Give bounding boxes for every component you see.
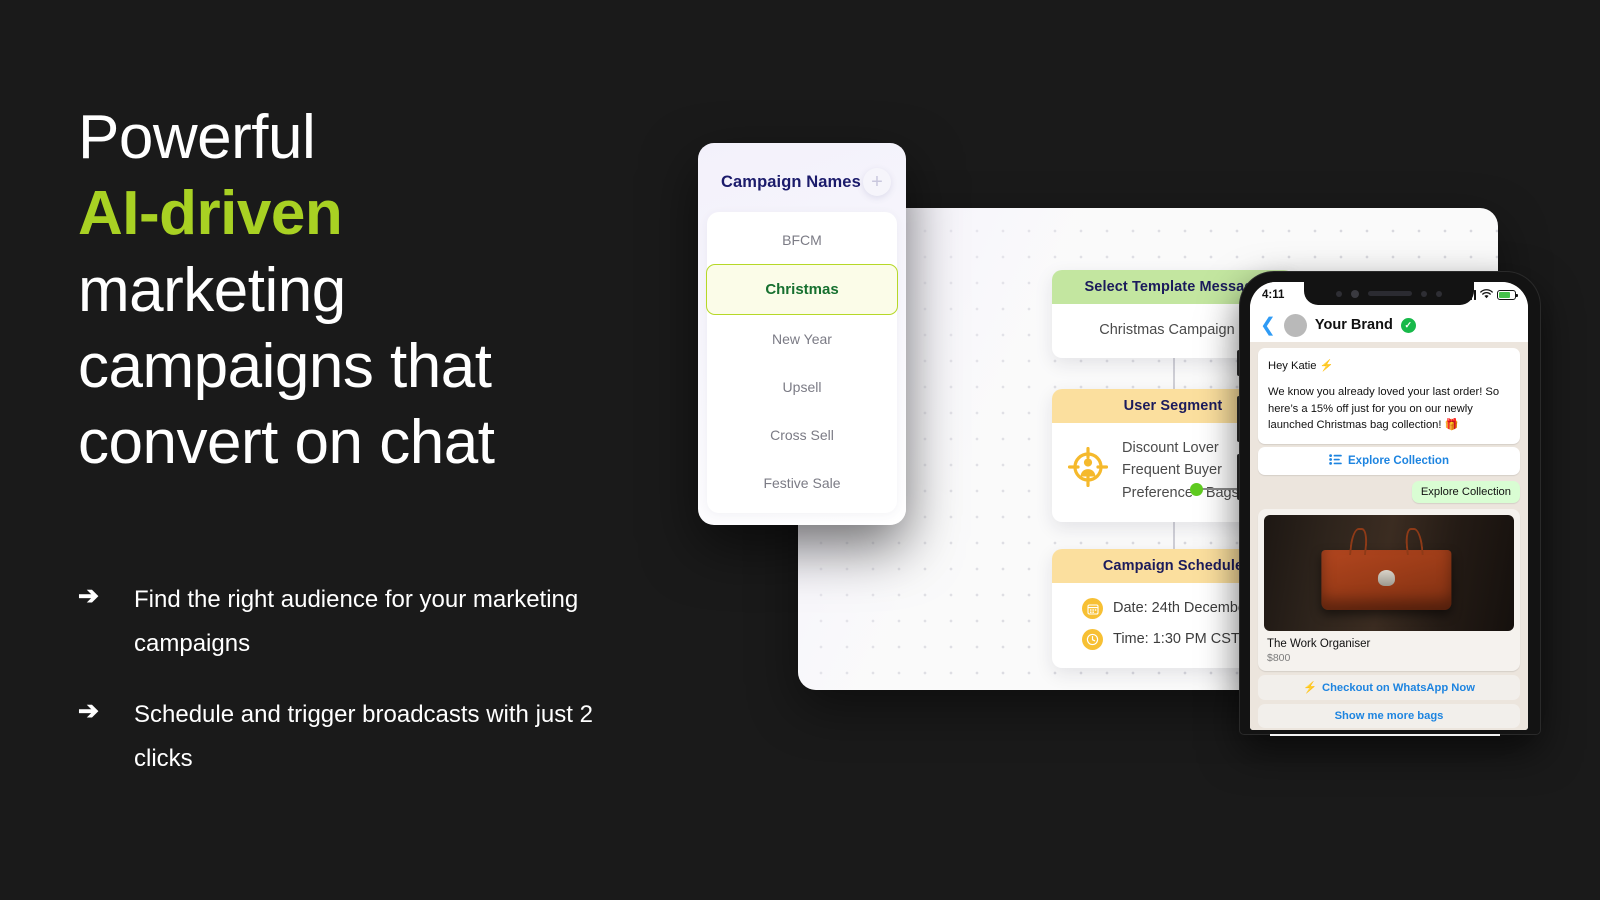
product-card[interactable]: The Work Organiser $800 (1258, 509, 1520, 672)
product-title: The Work Organiser (1267, 638, 1371, 651)
campaign-item-christmas[interactable]: Christmas (706, 264, 898, 315)
campaign-item-bfcm[interactable]: BFCM (707, 216, 897, 264)
bag-illustration (1321, 549, 1452, 611)
segment-criteria: Discount Lover Frequent Buyer Preference… (1122, 437, 1239, 504)
explore-collection-button[interactable]: Explore Collection (1258, 447, 1520, 476)
calendar-icon (1082, 598, 1103, 620)
wifi-icon (1480, 288, 1493, 302)
list-item: ➔ Schedule and trigger broadcasts with j… (78, 693, 678, 780)
bullet-text: Schedule and trigger broadcasts with jus… (134, 701, 593, 773)
phone-frame: 4:11 ❮ Your Brand ✓ Hey Katie ⚡ We know … (1240, 272, 1540, 734)
campaign-item-festive-sale[interactable]: Festive Sale (707, 459, 897, 507)
incoming-message-bubble: Hey Katie ⚡ We know you already loved yo… (1258, 348, 1520, 445)
checkout-label: Checkout on WhatsApp Now (1322, 681, 1475, 694)
campaign-item-upsell[interactable]: Upsell (707, 363, 897, 411)
headline-line-5: convert on chat (78, 408, 495, 477)
avatar[interactable] (1283, 313, 1307, 337)
segment-line: Frequent Buyer (1122, 462, 1222, 479)
earpiece-speaker (1368, 291, 1412, 296)
camera-dot-icon (1336, 290, 1342, 297)
product-visual-stage: Select Template Message Christmas Campai… (690, 0, 1600, 900)
chat-message-list: Hey Katie ⚡ We know you already loved yo… (1250, 342, 1528, 730)
product-image (1264, 515, 1514, 632)
phone-screen: 4:11 ❮ Your Brand ✓ Hey Katie ⚡ We know … (1250, 282, 1528, 730)
verified-badge-icon: ✓ (1400, 317, 1416, 333)
campaign-item-new-year[interactable]: New Year (707, 315, 897, 363)
page-title: Powerful AI-driven marketing campaigns t… (78, 100, 698, 481)
schedule-time-text: Time: 1:30 PM CST (1113, 630, 1240, 647)
phone-mockup: 4:11 ❮ Your Brand ✓ Hey Katie ⚡ We know … (1237, 272, 1540, 736)
headline-line-4: campaigns that (78, 331, 492, 401)
canvas-output-dot (1190, 483, 1203, 496)
phone-notch (1304, 282, 1474, 305)
show-more-bags-button[interactable]: Show me more bags (1258, 704, 1520, 729)
sensor-dot-icon (1421, 290, 1427, 297)
arrow-right-icon: ➔ (78, 582, 99, 610)
checkout-button[interactable]: ⚡ Checkout on WhatsApp Now (1258, 675, 1520, 701)
feature-bullet-list: ➔ Find the right audience for your marke… (78, 578, 678, 809)
list-icon (1329, 454, 1342, 468)
bag-clasp (1377, 570, 1395, 587)
back-chevron-icon[interactable]: ❮ (1260, 316, 1276, 335)
hero-copy: Powerful AI-driven marketing campaigns t… (78, 100, 698, 481)
chat-header: ❮ Your Brand ✓ (1250, 308, 1528, 342)
headline-line-3: marketing (78, 255, 346, 325)
sensor-dot-icon (1436, 290, 1442, 297)
outgoing-message-bubble: Explore Collection (1411, 481, 1520, 504)
segment-line: Preference - Bags (1122, 484, 1239, 501)
campaign-names-panel: Campaign Names + BFCM Christmas New Year… (698, 143, 906, 525)
schedule-date-text: Date: 24th December (1113, 600, 1251, 616)
bullet-text: Find the right audience for your marketi… (134, 586, 579, 657)
message-greeting: Hey Katie ⚡ (1268, 360, 1334, 372)
campaign-item-cross-sell[interactable]: Cross Sell (707, 411, 897, 459)
arrow-right-icon: ➔ (78, 697, 99, 726)
show-more-label: Show me more bags (1334, 710, 1444, 723)
headline-line-2-accent: AI-driven (78, 179, 343, 249)
product-price: $800 (1267, 652, 1291, 665)
list-item: ➔ Find the right audience for your marke… (78, 578, 678, 665)
segment-line: Discount Lover (1122, 440, 1219, 456)
message-body: We know you already loved your last orde… (1268, 385, 1500, 432)
clock-icon (1082, 629, 1103, 651)
status-time: 4:11 (1262, 289, 1285, 301)
phone-bottom-edge (1270, 734, 1500, 736)
campaign-names-list: BFCM Christmas New Year Upsell Cross Sel… (706, 212, 898, 513)
explore-collection-label: Explore Collection (1348, 455, 1449, 468)
campaign-panel-header: Campaign Names + (707, 152, 897, 212)
battery-charging-icon (1497, 290, 1519, 300)
lightning-icon: ⚡ (1303, 682, 1318, 695)
headline-line-1: Powerful (78, 103, 316, 172)
campaign-panel-title: Campaign Names (721, 172, 861, 191)
add-campaign-button[interactable]: + (863, 168, 891, 196)
target-audience-icon (1067, 446, 1109, 495)
brand-name: Your Brand (1314, 317, 1393, 333)
front-camera-icon (1351, 289, 1359, 298)
